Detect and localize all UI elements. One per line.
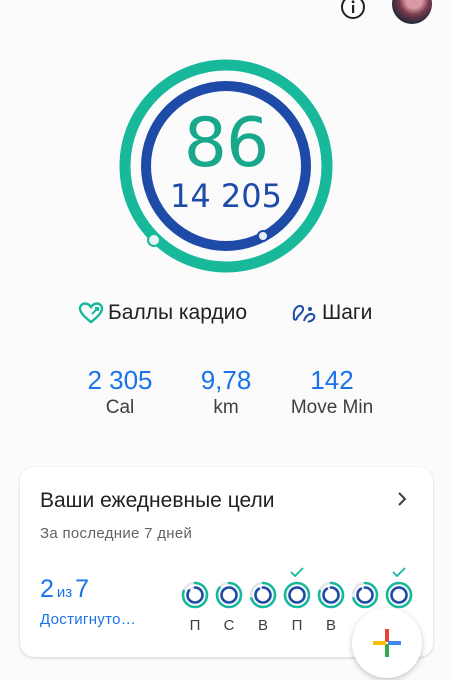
day-rings-icon (181, 581, 209, 609)
day-rings-icon (283, 581, 311, 609)
day-3[interactable]: П (282, 567, 312, 637)
stat-distance[interactable]: 9,78 km (166, 364, 286, 420)
goals-achieved-count: 2 из 7 (40, 575, 89, 604)
day-label: В (325, 617, 336, 634)
day-label: П (189, 617, 201, 634)
stat-distance-value: 9,78 (200, 365, 252, 395)
stat-move-minutes-label: Move Min (290, 397, 374, 418)
day-rings-icon (317, 581, 345, 609)
top-bar (0, 0, 453, 28)
stat-move-minutes[interactable]: 142 Move Min (272, 364, 392, 420)
goals-card-subtitle: За последние 7 дней (40, 525, 193, 542)
stat-calories-label: Cal (105, 397, 135, 418)
goals-of-word: из (56, 584, 73, 601)
plus-icon (373, 629, 401, 657)
profile-avatar[interactable] (392, 0, 432, 24)
goals-total-number: 7 (75, 575, 90, 603)
goals-card-title: Ваши ежедневные цели (40, 489, 275, 512)
stat-distance-label: km (213, 397, 239, 418)
goals-achieved-number: 2 (40, 575, 54, 603)
day-2[interactable]: В (248, 567, 278, 637)
check-icon (290, 567, 304, 577)
steps-icon (292, 304, 316, 323)
chevron-right-icon[interactable] (394, 489, 410, 509)
info-icon[interactable] (340, 0, 366, 20)
add-activity-button[interactable] (352, 608, 422, 678)
day-0[interactable]: П (180, 567, 210, 637)
heart-points-value: 86 (183, 104, 270, 183)
day-label: П (291, 617, 303, 634)
legend-steps-label: Шаги (322, 301, 373, 324)
check-icon (392, 567, 406, 577)
stat-calories[interactable]: 2 305 Cal (60, 364, 180, 420)
day-label: С (223, 617, 235, 634)
day-4[interactable]: В (316, 567, 346, 637)
legend-heart-label: Баллы кардио (108, 301, 248, 324)
stats-row: 2 305 Cal 9,78 km 142 Move Min (0, 364, 453, 424)
day-label: В (257, 617, 268, 634)
legend-heart-points: Баллы кардио (78, 298, 247, 328)
ring-center: 86 14 205 (116, 56, 336, 276)
goals-achieved-label: Достигнуто… (40, 611, 137, 628)
day-rings-icon (249, 581, 277, 609)
legend-steps: Шаги (290, 298, 372, 328)
ring-legend: Баллы кардио Шаги (0, 298, 453, 328)
stat-calories-value: 2 305 (87, 365, 153, 395)
day-rings-icon (351, 581, 379, 609)
stat-move-minutes-value: 142 (310, 365, 354, 395)
day-1[interactable]: С (214, 567, 244, 637)
day-rings-icon (385, 581, 413, 609)
heart-icon (78, 302, 104, 324)
day-rings-icon (215, 581, 243, 609)
steps-value: 14 205 (170, 177, 282, 215)
